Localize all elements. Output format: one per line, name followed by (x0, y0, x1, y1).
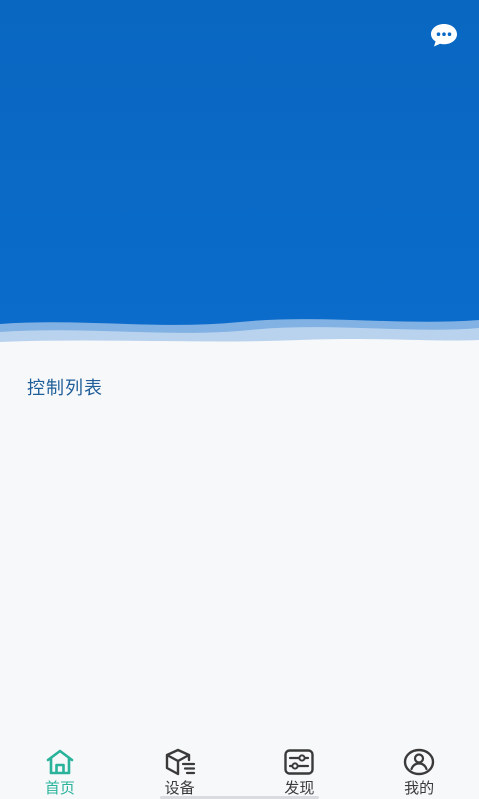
bottom-tab-bar: 首页 设备 发现 我的 (0, 743, 479, 799)
home-icon (44, 747, 76, 777)
tab-discover-label: 发现 (284, 779, 315, 797)
app-screen: 控制列表 首页 设备 发现 我的 (0, 0, 479, 799)
banner-wave (0, 319, 479, 352)
header-banner (0, 0, 479, 352)
tab-discover[interactable]: 发现 (259, 747, 339, 797)
tab-profile[interactable]: 我的 (379, 747, 459, 797)
discover-sliders-icon (283, 747, 315, 777)
chat-bubble-icon (431, 24, 457, 47)
device-box-icon (164, 747, 196, 777)
tab-profile-label: 我的 (404, 779, 435, 797)
tab-devices-label: 设备 (164, 779, 195, 797)
tab-home[interactable]: 首页 (20, 747, 100, 797)
tab-devices[interactable]: 设备 (140, 747, 220, 797)
tab-home-label: 首页 (44, 779, 75, 797)
message-button[interactable] (429, 20, 459, 50)
control-list-title: 控制列表 (27, 378, 103, 399)
user-profile-icon (403, 747, 435, 777)
